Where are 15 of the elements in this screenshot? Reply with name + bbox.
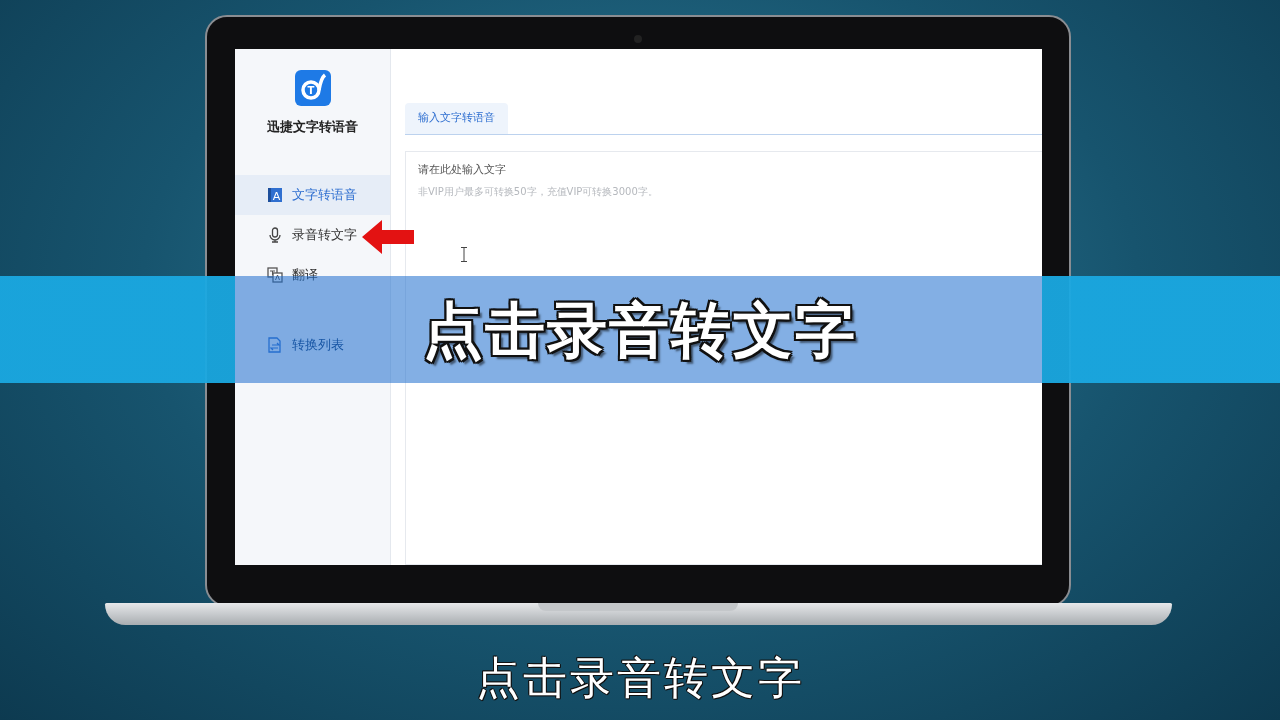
sidebar-item[interactable]: 转换列表 (235, 324, 350, 365)
microphone-icon (267, 226, 283, 243)
banner-caption: 点击录音转文字 (423, 293, 857, 367)
app-logo-icon: T (294, 70, 331, 106)
hint-text: 非VIP用户最多可转换50字，充值VIP可转换3000字。 (418, 184, 659, 199)
arrow-icon (362, 220, 414, 254)
app-name: 迅捷文字转语音 (267, 118, 358, 136)
sidebar-item[interactable]: 录音转文字 (235, 214, 363, 255)
text-cursor-icon (460, 247, 468, 262)
tab[interactable]: 输入文字转语音 (405, 103, 508, 134)
sidebar-item[interactable]: A 文字转语音 (235, 174, 390, 215)
document-swap-icon (267, 336, 283, 353)
translate-icon (267, 266, 283, 283)
letter-a-icon: A (267, 186, 283, 203)
subtitle: 点击录音转文字 (475, 652, 805, 703)
